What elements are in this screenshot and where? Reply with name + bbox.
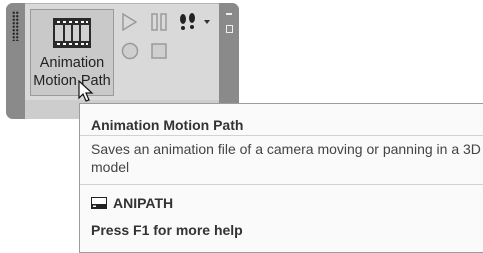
tooltip: Animation Motion Path Saves an animation… bbox=[79, 103, 483, 253]
stop-icon[interactable] bbox=[150, 42, 168, 60]
tooltip-help-text: Press F1 for more help bbox=[91, 222, 243, 238]
grip-dots-icon bbox=[12, 11, 19, 41]
film-strip-icon bbox=[53, 18, 91, 48]
panel-grip-right[interactable] bbox=[219, 3, 239, 119]
command-icon bbox=[91, 197, 107, 209]
tooltip-title: Animation Motion Path bbox=[91, 117, 244, 133]
record-icon[interactable] bbox=[121, 42, 139, 60]
mouse-pointer-icon bbox=[78, 80, 94, 102]
minimize-icon[interactable] bbox=[226, 13, 232, 15]
play-icon[interactable] bbox=[121, 13, 137, 31]
chevron-down-icon[interactable] bbox=[203, 19, 211, 25]
tooltip-divider bbox=[80, 184, 483, 185]
big-button-label: Animation Motion Path bbox=[33, 55, 111, 89]
footprints-icon[interactable] bbox=[179, 13, 197, 33]
animation-motion-path-button[interactable]: Animation Motion Path bbox=[30, 9, 114, 96]
tooltip-command: ANIPATH bbox=[113, 195, 174, 211]
restore-icon[interactable] bbox=[226, 25, 233, 33]
pause-icon[interactable] bbox=[151, 13, 167, 31]
tooltip-divider bbox=[80, 135, 483, 136]
tooltip-description: Saves an animation file of a camera movi… bbox=[91, 141, 481, 175]
panel-grip-left[interactable] bbox=[6, 3, 25, 119]
